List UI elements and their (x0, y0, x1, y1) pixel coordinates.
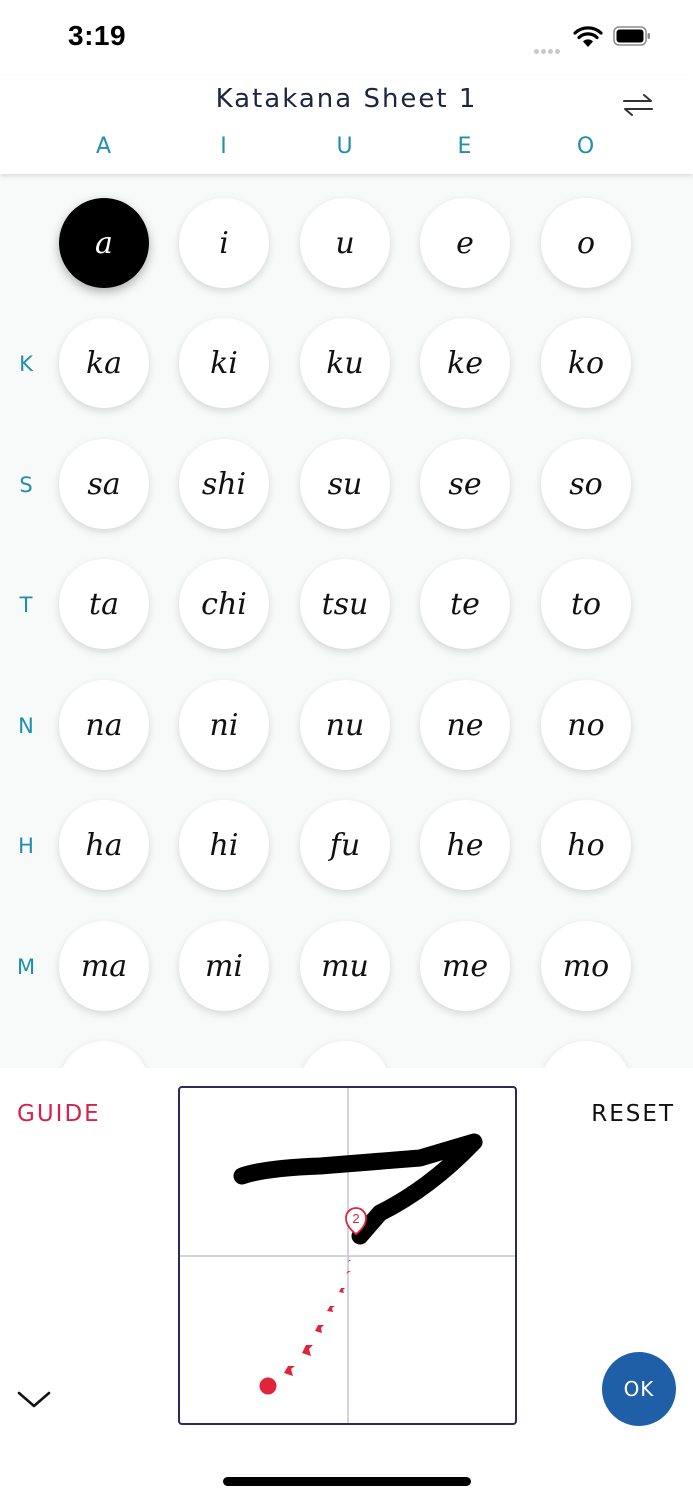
home-indicator[interactable] (223, 1477, 471, 1486)
kana-cell[interactable]: shi (179, 439, 269, 529)
column-label: E (457, 134, 473, 159)
row-label: T (19, 593, 33, 617)
kana-cell[interactable]: ne (420, 680, 510, 770)
stroke-number: 2 (352, 1211, 359, 1226)
drawing-canvas[interactable]: 2 (178, 1086, 517, 1425)
kana-cell[interactable]: te (420, 559, 510, 649)
cellular-signal-icon (534, 41, 562, 59)
kana-cell[interactable]: su (300, 439, 390, 529)
column-label: I (220, 134, 228, 159)
kana-cell[interactable]: no (541, 680, 631, 770)
ok-button[interactable]: OK (602, 1352, 676, 1426)
kana-cell[interactable]: me (420, 921, 510, 1011)
kana-cell[interactable]: o (541, 198, 631, 288)
reset-button[interactable]: RESET (591, 1101, 675, 1127)
kana-cell[interactable]: to (541, 559, 631, 649)
battery-icon (613, 26, 650, 46)
kana-cell-partial[interactable] (541, 1041, 631, 1068)
status-bar: 3:19 (0, 0, 693, 76)
kana-cell[interactable]: ho (541, 800, 631, 890)
kana-cell[interactable]: ma (59, 921, 149, 1011)
kana-cell[interactable]: sa (59, 439, 149, 529)
kana-cell[interactable]: ke (420, 318, 510, 408)
kana-cell[interactable]: ni (179, 680, 269, 770)
chevron-down-icon[interactable] (16, 1388, 52, 1410)
kana-cell[interactable]: he (420, 800, 510, 890)
swap-arrows-icon[interactable] (620, 90, 656, 120)
kana-cell[interactable]: na (59, 680, 149, 770)
sheet-header: Katakana Sheet 1 A I U E O (0, 76, 693, 174)
kana-cell[interactable]: mi (179, 921, 269, 1011)
kana-cell[interactable]: ta (59, 559, 149, 649)
kana-cell[interactable]: u (300, 198, 390, 288)
kana-cell[interactable]: hi (179, 800, 269, 890)
kana-cell[interactable]: ko (541, 318, 631, 408)
row-label: M (16, 955, 36, 979)
column-label: O (576, 134, 596, 159)
column-label: A (95, 134, 113, 159)
column-headers: A I U E O (0, 134, 693, 164)
kana-cell[interactable]: se (420, 439, 510, 529)
page-title: Katakana Sheet 1 (215, 84, 478, 114)
row-label: N (18, 714, 34, 738)
kana-cell[interactable]: i (179, 198, 269, 288)
guide-button[interactable]: GUIDE (17, 1101, 101, 1127)
kana-cell[interactable]: ku (300, 318, 390, 408)
kana-cell[interactable]: chi (179, 559, 269, 649)
kana-cell[interactable]: tsu (300, 559, 390, 649)
row-label: S (19, 473, 33, 497)
kana-cell[interactable]: e (420, 198, 510, 288)
wifi-icon (573, 26, 603, 47)
kana-cell[interactable]: nu (300, 680, 390, 770)
kana-grid: a i u e o K ka ki ku ke ko S sa shi su s… (0, 174, 693, 1068)
kana-cell[interactable]: mo (541, 921, 631, 1011)
kana-cell[interactable]: so (541, 439, 631, 529)
kana-cell[interactable]: mu (300, 921, 390, 1011)
status-time: 3:19 (68, 20, 127, 51)
row-label: K (19, 352, 33, 376)
kana-cell-partial[interactable] (300, 1041, 390, 1068)
kana-cell-partial[interactable] (59, 1041, 149, 1068)
stroke-drawing: 2 (180, 1088, 515, 1423)
kana-cell[interactable]: ki (179, 318, 269, 408)
column-label: U (336, 134, 354, 159)
drawing-panel: GUIDE RESET 2 OK (0, 1068, 693, 1500)
stroke-hint-arrows (259, 1260, 351, 1395)
kana-cell[interactable]: ka (59, 318, 149, 408)
kana-cell-selected[interactable]: a (59, 198, 149, 288)
row-label: H (18, 834, 34, 858)
kana-cell[interactable]: ha (59, 800, 149, 890)
kana-cell[interactable]: fu (300, 800, 390, 890)
